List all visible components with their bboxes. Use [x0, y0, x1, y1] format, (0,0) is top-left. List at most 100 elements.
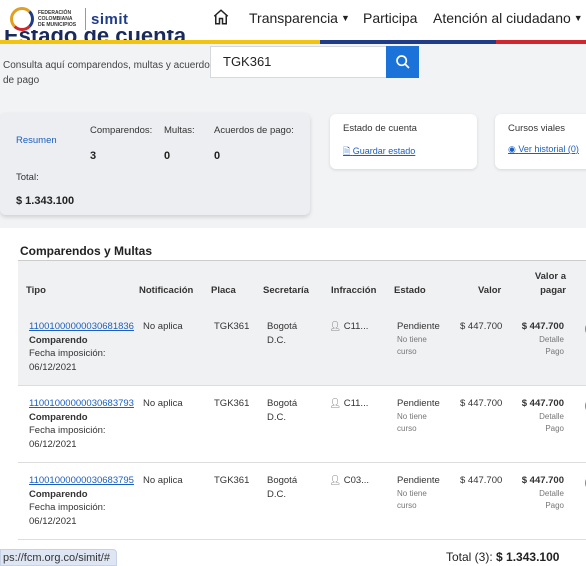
home-icon[interactable] — [212, 8, 230, 26]
comparendo-number-link[interactable]: 11001000000030681836 — [29, 321, 134, 332]
valor-cell: $ 447.700 — [460, 321, 503, 332]
infraccion-cell[interactable]: 👤︎ C11... — [329, 397, 368, 411]
nav-transparencia-label: Transparencia — [249, 10, 338, 26]
comparendo-number-link[interactable]: 11001000000030683795 — [29, 475, 134, 486]
flag-red — [496, 40, 586, 44]
estado-cell: Pendiente No tiene curso — [397, 320, 447, 358]
th-estado: Estado — [394, 285, 426, 296]
summary-card: Resumen Comparendos: 3 Multas: 0 Acuerdo… — [0, 113, 310, 215]
resumen-tab[interactable]: Resumen — [16, 135, 57, 146]
estado-value: Pendiente — [397, 321, 440, 332]
estado-cell: Pendiente No tiene curso — [397, 474, 447, 512]
estado-sub: No tiene curso — [397, 334, 427, 356]
placa-cell: TGK361 — [214, 475, 250, 486]
caret-down-icon: ▼ — [573, 13, 583, 23]
table-row: 11001000000030681836 Comparendo Fecha im… — [18, 309, 586, 386]
table-row: 11001000000030683795 Comparendo Fecha im… — [18, 463, 586, 540]
fecha-label: Fecha imposición: — [29, 348, 106, 359]
logo-divider — [85, 8, 86, 30]
table-header: Tipo Notificación Placa Secretaría Infra… — [18, 261, 586, 309]
fecha-value: 06/12/2021 — [29, 438, 77, 450]
table-total-label: Total (3): — [446, 550, 493, 564]
search-button[interactable] — [386, 46, 419, 78]
infraccion-code: C11... — [343, 321, 369, 332]
acuerdos-label: Acuerdos de pago: — [214, 125, 294, 136]
table-total: Total (3): $ 1.343.100 — [446, 550, 559, 564]
logo-text: FEDERACIÓN COLOMBIANA DE MUNICIPIOS — [38, 10, 77, 28]
detalle-pago-link[interactable]: Detalle Pago — [512, 488, 564, 512]
detalle-pago-link[interactable]: Detalle Pago — [512, 334, 564, 358]
nav-atencion-ciudadano[interactable]: Atención al ciudadano ▼ — [433, 10, 583, 26]
th-tipo: Tipo — [26, 285, 46, 296]
flag-stripe — [0, 40, 586, 44]
ver-historial-link[interactable]: ◉ Ver historial (0) — [508, 144, 579, 155]
fcm-logo-icon — [10, 7, 34, 31]
user-icon: 👤︎ — [329, 398, 342, 409]
th-infraccion: Infracción — [331, 285, 377, 296]
comparendo-cell: 11001000000030683793 Comparendo Fecha im… — [29, 397, 144, 451]
estado-sub: No tiene curso — [397, 411, 427, 433]
user-icon: 👤︎ — [329, 321, 342, 332]
comparendo-type: Comparendo — [29, 411, 88, 423]
table-title: Comparendos y Multas — [20, 244, 153, 258]
acuerdos-count: 0 — [214, 150, 221, 162]
th-notificacion: Notificación — [139, 285, 194, 296]
flag-blue — [320, 40, 496, 44]
th-placa: Placa — [211, 285, 236, 296]
comparendo-type: Comparendo — [29, 488, 88, 500]
infraccion-cell[interactable]: 👤︎ C11... — [329, 320, 368, 334]
table-total-value: $ 1.343.100 — [496, 550, 560, 564]
table-row: 11001000000030683793 Comparendo Fecha im… — [18, 386, 586, 463]
placa-cell: TGK361 — [214, 398, 250, 409]
estado-cuenta-title: Estado de cuenta — [343, 123, 417, 134]
secretaria-cell: Bogotá D.C. — [267, 475, 298, 500]
valor-pagar-cell: $ 447.700 Detalle Pago — [512, 320, 564, 358]
comparendos-label: Comparendos: — [90, 125, 153, 136]
page-subtitle: Consulta aquí comparendos, multas y acue… — [3, 60, 215, 86]
fcm-simit-logo[interactable]: FEDERACIÓN COLOMBIANA DE MUNICIPIOS simi… — [10, 7, 129, 31]
fecha-value: 06/12/2021 — [29, 515, 77, 527]
document-icon: 🗎 — [343, 146, 351, 156]
user-icon: 👤︎ — [329, 475, 342, 486]
eye-icon: ◉ — [508, 144, 516, 154]
ver-historial-label: Ver historial (0) — [518, 144, 579, 154]
simit-brand: simit — [91, 10, 129, 28]
estado-cuenta-card: Estado de cuenta 🗎 Guardar estado — [330, 114, 477, 169]
infraccion-cell[interactable]: 👤︎ C03... — [329, 474, 369, 488]
placa-cell: TGK361 — [214, 321, 250, 332]
cursos-viales-card: Cursos viales ◉ Ver historial (0) — [495, 114, 586, 169]
valor-pagar-value: $ 447.700 — [521, 398, 564, 409]
fecha-value: 06/12/2021 — [29, 361, 77, 373]
comparendo-number-link[interactable]: 11001000000030683793 — [29, 398, 134, 409]
guardar-estado-link[interactable]: 🗎 Guardar estado — [343, 144, 415, 160]
multas-label: Multas: — [164, 125, 195, 136]
nav-participa-label: Participa — [363, 10, 418, 26]
estado-sub: No tiene curso — [397, 488, 427, 510]
nav-participa[interactable]: Participa — [363, 10, 417, 26]
valor-cell: $ 447.700 — [460, 398, 503, 409]
search-input[interactable]: TGK361 — [210, 46, 386, 78]
nav-transparencia[interactable]: Transparencia ▼ — [249, 10, 350, 26]
valor-pagar-value: $ 447.700 — [521, 321, 564, 332]
valor-pagar-cell: $ 447.700 Detalle Pago — [512, 397, 564, 435]
fecha-label: Fecha imposición: — [29, 425, 106, 436]
secretaria-cell: Bogotá D.C. — [267, 321, 298, 346]
notificacion-cell: No aplica — [143, 475, 183, 486]
notificacion-cell: No aplica — [143, 398, 183, 409]
estado-cell: Pendiente No tiene curso — [397, 397, 447, 435]
estado-value: Pendiente — [397, 475, 440, 486]
infraccion-code: C11... — [343, 398, 369, 409]
valor-cell: $ 447.700 — [460, 475, 503, 486]
valor-pagar-cell: $ 447.700 Detalle Pago — [512, 474, 564, 512]
total-label: Total: — [16, 172, 39, 183]
comparendos-table-section: Comparendos y Multas Tipo Notificación P… — [0, 228, 586, 566]
flag-yellow — [0, 40, 320, 44]
infraccion-code: C03... — [343, 475, 370, 486]
th-valor: Valor — [478, 285, 502, 296]
notificacion-cell: No aplica — [143, 321, 183, 332]
th-valor-pagar: Valor a pagar — [534, 271, 566, 296]
browser-status-url: ps://fcm.org.co/simit/# — [0, 549, 117, 566]
caret-down-icon: ▼ — [340, 13, 350, 23]
detalle-pago-link[interactable]: Detalle Pago — [512, 411, 564, 435]
multas-count: 0 — [164, 150, 171, 162]
